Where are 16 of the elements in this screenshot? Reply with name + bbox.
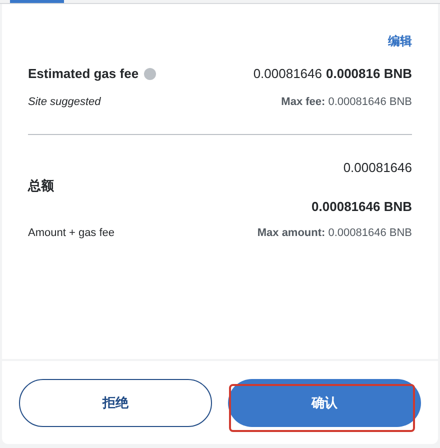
total-value: 0.00081646 [343,159,412,177]
max-fee-label: Max fee: [281,94,326,110]
max-amount-label: Max amount: [257,226,326,240]
gas-fee-value: 0.000816 BNB [326,65,412,83]
tab-indicator[interactable] [10,0,64,3]
edit-link[interactable]: 编辑 [388,32,412,50]
site-suggested-text: Site suggested [28,94,101,110]
confirm-button[interactable]: 确认 [228,378,421,426]
gas-fee-value: 0.00081646 [253,65,322,83]
gas-fee-label: Estimated gas fee [28,65,139,83]
max-amount-value: 0.00081646 BNB [328,226,412,240]
amount-gas-fee-text: Amount + gas fee [28,226,115,240]
total-bold-value: 0.00081646 BNB [312,198,412,216]
total-label: 总额 [28,176,54,194]
reject-button[interactable]: 拒绝 [19,378,212,426]
max-fee-value: 0.00081646 BNB [328,94,412,110]
